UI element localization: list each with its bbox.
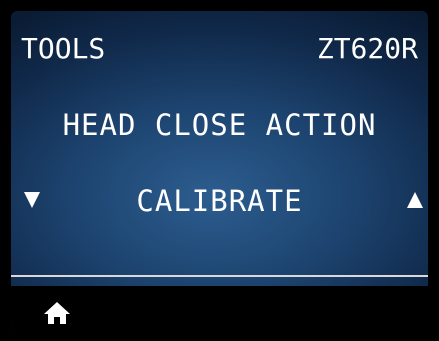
menu-title: TOOLS (21, 32, 106, 65)
setting-value-selector: CALIBRATE (11, 181, 428, 221)
home-icon (44, 302, 70, 324)
up-triangle-icon[interactable] (407, 192, 423, 208)
footer-bar (11, 286, 428, 330)
printer-display: TOOLS ZT620R HEAD CLOSE ACTION CALIBRATE (11, 11, 428, 330)
home-button[interactable] (44, 302, 70, 324)
setting-value: CALIBRATE (136, 184, 303, 218)
setting-name: HEAD CLOSE ACTION (62, 108, 377, 142)
footer-divider (11, 275, 428, 277)
printer-model: ZT620R (316, 32, 418, 65)
title-bar: TOOLS ZT620R (11, 11, 428, 81)
